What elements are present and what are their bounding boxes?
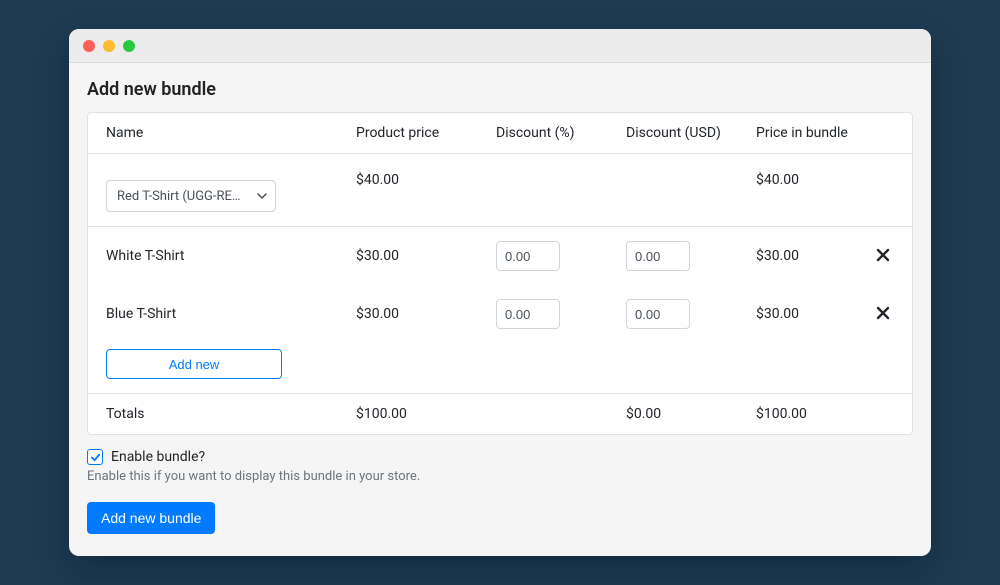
col-price-in-bundle: Price in bundle	[756, 125, 854, 141]
item-name: White T-Shirt	[106, 248, 356, 264]
item-bundle-price: $30.00	[756, 306, 854, 322]
enable-bundle-help: Enable this if you want to display this …	[87, 469, 913, 484]
window-close-icon[interactable]	[83, 40, 95, 52]
main-product-bundle-price: $40.00	[756, 168, 854, 188]
totals-label: Totals	[106, 406, 356, 422]
enable-bundle-label: Enable bundle?	[111, 449, 205, 465]
totals-row: Totals $100.00 $0.00 $100.00	[88, 394, 912, 434]
window-maximize-icon[interactable]	[123, 40, 135, 52]
check-icon	[90, 452, 101, 463]
table-row: White T-Shirt$30.00$30.00	[88, 227, 912, 285]
discount-pct-input[interactable]	[496, 299, 560, 329]
titlebar	[69, 29, 931, 63]
close-icon	[876, 248, 890, 262]
table-header: Name Product price Discount (%) Discount…	[88, 113, 912, 154]
item-bundle-price: $30.00	[756, 248, 854, 264]
remove-item-button[interactable]	[872, 301, 894, 327]
close-icon	[876, 306, 890, 320]
enable-bundle-checkbox[interactable]	[87, 449, 103, 465]
add-new-row: Add new	[88, 343, 912, 394]
table-row: Blue T-Shirt$30.00$30.00	[88, 285, 912, 343]
discount-pct-input[interactable]	[496, 241, 560, 271]
content-area: Add new bundle Name Product price Discou…	[69, 63, 931, 556]
discount-usd-input[interactable]	[626, 299, 690, 329]
col-discount-usd: Discount (USD)	[626, 125, 756, 141]
main-product-price: $40.00	[356, 168, 496, 188]
totals-product-price: $100.00	[356, 406, 496, 422]
window-minimize-icon[interactable]	[103, 40, 115, 52]
item-name: Blue T-Shirt	[106, 306, 356, 322]
product-select-label: Red T-Shirt (UGG-RED-…	[117, 189, 247, 204]
page-title: Add new bundle	[87, 79, 913, 100]
col-name: Name	[106, 125, 356, 141]
add-new-button[interactable]: Add new	[106, 349, 282, 379]
col-product-price: Product price	[356, 125, 496, 141]
bundle-table: Name Product price Discount (%) Discount…	[87, 112, 913, 435]
item-price: $30.00	[356, 306, 496, 322]
enable-block: Enable bundle? Enable this if you want t…	[87, 449, 913, 484]
main-product-row: Red T-Shirt (UGG-RED-… $40.00 $40.00	[88, 154, 912, 227]
product-select[interactable]: Red T-Shirt (UGG-RED-…	[106, 180, 276, 212]
items-container: White T-Shirt$30.00$30.00Blue T-Shirt$30…	[88, 227, 912, 343]
totals-discount-usd: $0.00	[626, 406, 756, 422]
remove-item-button[interactable]	[872, 243, 894, 269]
totals-bundle-price: $100.00	[756, 406, 854, 422]
app-window: Add new bundle Name Product price Discou…	[69, 29, 931, 556]
add-new-bundle-button[interactable]: Add new bundle	[87, 502, 215, 534]
chevron-down-icon	[257, 191, 267, 201]
discount-usd-input[interactable]	[626, 241, 690, 271]
item-price: $30.00	[356, 248, 496, 264]
col-discount-pct: Discount (%)	[496, 125, 626, 141]
